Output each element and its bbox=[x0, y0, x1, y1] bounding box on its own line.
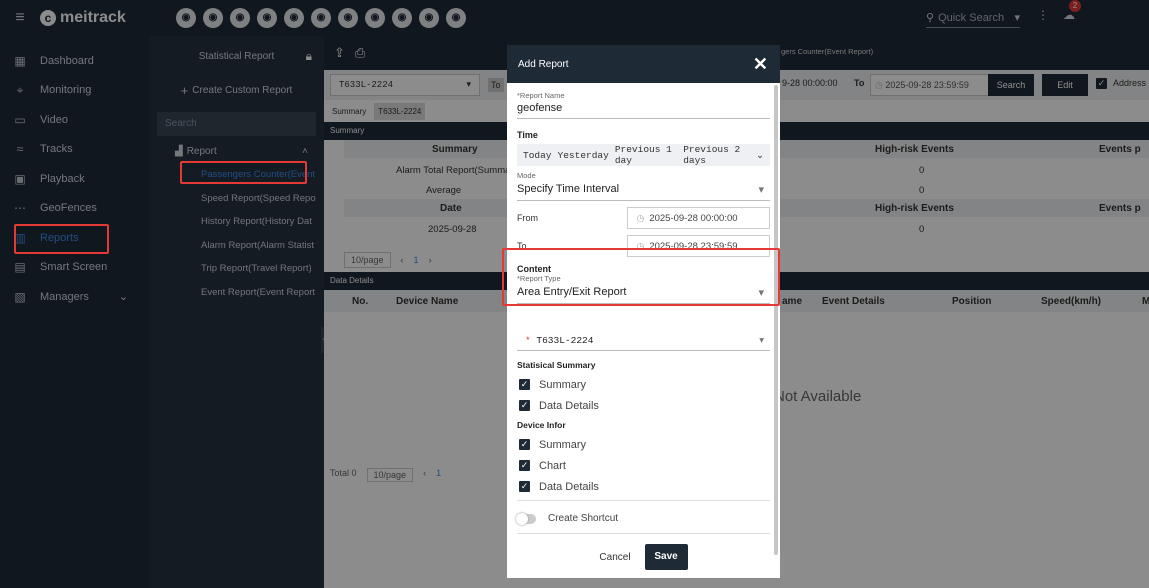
stat-details-checkbox[interactable]: ✓ Data Details bbox=[517, 395, 770, 416]
range-prev-1[interactable]: Previous 1 day bbox=[615, 144, 677, 166]
modal-scrollbar[interactable] bbox=[774, 85, 778, 555]
device-details-checkbox[interactable]: ✓ Data Details bbox=[517, 476, 770, 497]
highlight-reports bbox=[14, 224, 109, 254]
time-label: Time bbox=[517, 130, 538, 140]
device-info-label: Device Infor bbox=[517, 420, 566, 430]
device-chart-checkbox[interactable]: ✓ Chart bbox=[517, 455, 770, 476]
required-marker: * bbox=[525, 335, 537, 346]
quick-range-bar: Today Yesterday Previous 1 day Previous … bbox=[517, 144, 770, 166]
checkbox-checked-icon: ✓ bbox=[519, 460, 530, 471]
modal-header: Add Report ✕ bbox=[507, 45, 780, 83]
device-chart-text: Chart bbox=[539, 459, 566, 472]
range-prev-2[interactable]: Previous 2 days bbox=[683, 144, 750, 166]
from-label: From bbox=[517, 213, 538, 223]
report-name-input[interactable]: geofense bbox=[517, 100, 770, 119]
chevron-down-icon: ▾ bbox=[758, 184, 764, 196]
device-summary-text: Summary bbox=[539, 438, 587, 451]
cancel-button[interactable]: Cancel bbox=[599, 552, 630, 563]
from-row: From ◷ 2025-09-28 00:00:00 bbox=[517, 206, 770, 230]
chevron-down-icon: ▾ bbox=[759, 335, 764, 346]
modal-footer: Cancel Save bbox=[517, 544, 770, 570]
shortcut-label: Create Shortcut bbox=[548, 513, 619, 524]
mode-select[interactable]: Specify Time Interval ▾ bbox=[517, 180, 770, 201]
device-value-modal: T633L-2224 bbox=[536, 335, 594, 346]
from-date-input[interactable]: ◷ 2025-09-28 00:00:00 bbox=[627, 207, 770, 229]
save-button[interactable]: Save bbox=[644, 544, 688, 570]
stat-summary-checkbox[interactable]: ✓ Summary bbox=[517, 374, 770, 395]
device-summary-checkbox[interactable]: ✓ Summary bbox=[517, 434, 770, 455]
report-name-label: *Report Name bbox=[517, 91, 565, 100]
mode-label: Mode bbox=[517, 171, 536, 180]
from-date-value: 2025-09-28 00:00:00 bbox=[649, 212, 738, 224]
close-icon[interactable]: ✕ bbox=[753, 54, 768, 75]
stat-summary-label: Statisical Summary bbox=[517, 360, 596, 370]
device-select-modal[interactable]: * T633L-2224 ▾ bbox=[517, 332, 770, 351]
modal-title: Add Report bbox=[518, 58, 569, 70]
checkbox-checked-icon: ✓ bbox=[519, 439, 530, 450]
shortcut-toggle[interactable] bbox=[516, 512, 536, 525]
clock-icon: ◷ bbox=[636, 212, 645, 223]
stat-summary-text: Summary bbox=[539, 378, 587, 391]
stat-details-text: Data Details bbox=[539, 399, 599, 412]
checkbox-checked-icon: ✓ bbox=[519, 400, 530, 411]
checkbox-checked-icon: ✓ bbox=[519, 379, 530, 390]
checkbox-checked-icon: ✓ bbox=[519, 481, 530, 492]
device-details-text: Data Details bbox=[539, 480, 599, 493]
create-shortcut-row: Create Shortcut bbox=[516, 512, 770, 534]
highlight-passengers bbox=[180, 161, 307, 184]
mode-value: Specify Time Interval bbox=[517, 183, 620, 195]
highlight-content bbox=[502, 248, 780, 306]
range-chevron-icon[interactable]: ⌄ bbox=[756, 150, 764, 161]
range-today[interactable]: Today bbox=[523, 150, 552, 161]
scrollbar-thumb[interactable] bbox=[774, 85, 778, 555]
range-yesterday[interactable]: Yesterday bbox=[558, 150, 609, 161]
add-report-modal: Add Report ✕ *Report Name geofense Time T… bbox=[507, 45, 780, 578]
